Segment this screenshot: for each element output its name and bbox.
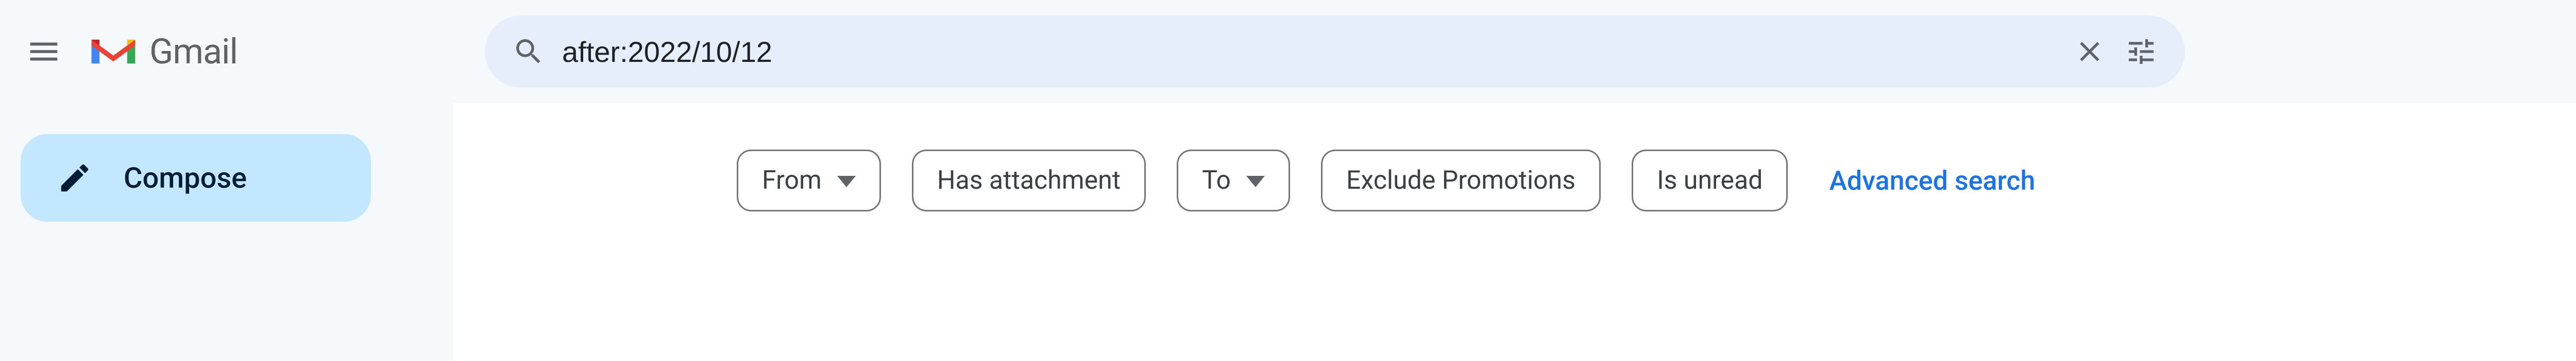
filter-chip-from[interactable]: From <box>737 150 881 211</box>
main-area: Compose From Has attachment To Exclude P… <box>0 103 2576 361</box>
compose-label: Compose <box>124 161 247 195</box>
topbar: Gmail <box>0 0 2576 103</box>
chip-label: To <box>1202 166 1231 195</box>
clear-search-button[interactable] <box>2066 28 2113 75</box>
caret-down-icon <box>837 176 856 187</box>
filter-chip-exclude-promotions[interactable]: Exclude Promotions <box>1321 150 1601 211</box>
search-button[interactable] <box>505 28 552 75</box>
hamburger-icon <box>26 34 62 70</box>
tune-icon <box>2125 35 2158 68</box>
caret-down-icon <box>1246 176 1265 187</box>
chip-label: From <box>762 166 822 195</box>
pencil-icon <box>57 160 93 196</box>
gmail-m-icon <box>88 31 139 72</box>
search-options-button[interactable] <box>2118 28 2164 75</box>
chip-label: Is unread <box>1657 166 1762 195</box>
advanced-search-link[interactable]: Advanced search <box>1829 165 2035 196</box>
filter-chip-has-attachment[interactable]: Has attachment <box>912 150 1146 211</box>
gmail-logo[interactable]: Gmail <box>88 31 238 72</box>
filter-chip-is-unread[interactable]: Is unread <box>1632 150 1788 211</box>
gmail-logo-text: Gmail <box>149 31 238 72</box>
chip-label: Exclude Promotions <box>1346 166 1575 195</box>
search-input[interactable] <box>552 35 2066 69</box>
sidebar: Compose <box>0 103 453 361</box>
chip-label: Has attachment <box>937 166 1121 195</box>
search-icon <box>512 35 545 68</box>
filter-chips: From Has attachment To Exclude Promotion… <box>453 103 2576 211</box>
compose-button[interactable]: Compose <box>21 134 371 222</box>
filter-chip-to[interactable]: To <box>1177 150 1290 211</box>
close-icon <box>2073 35 2106 68</box>
main-menu-button[interactable] <box>21 28 67 75</box>
search-bar <box>485 15 2185 88</box>
